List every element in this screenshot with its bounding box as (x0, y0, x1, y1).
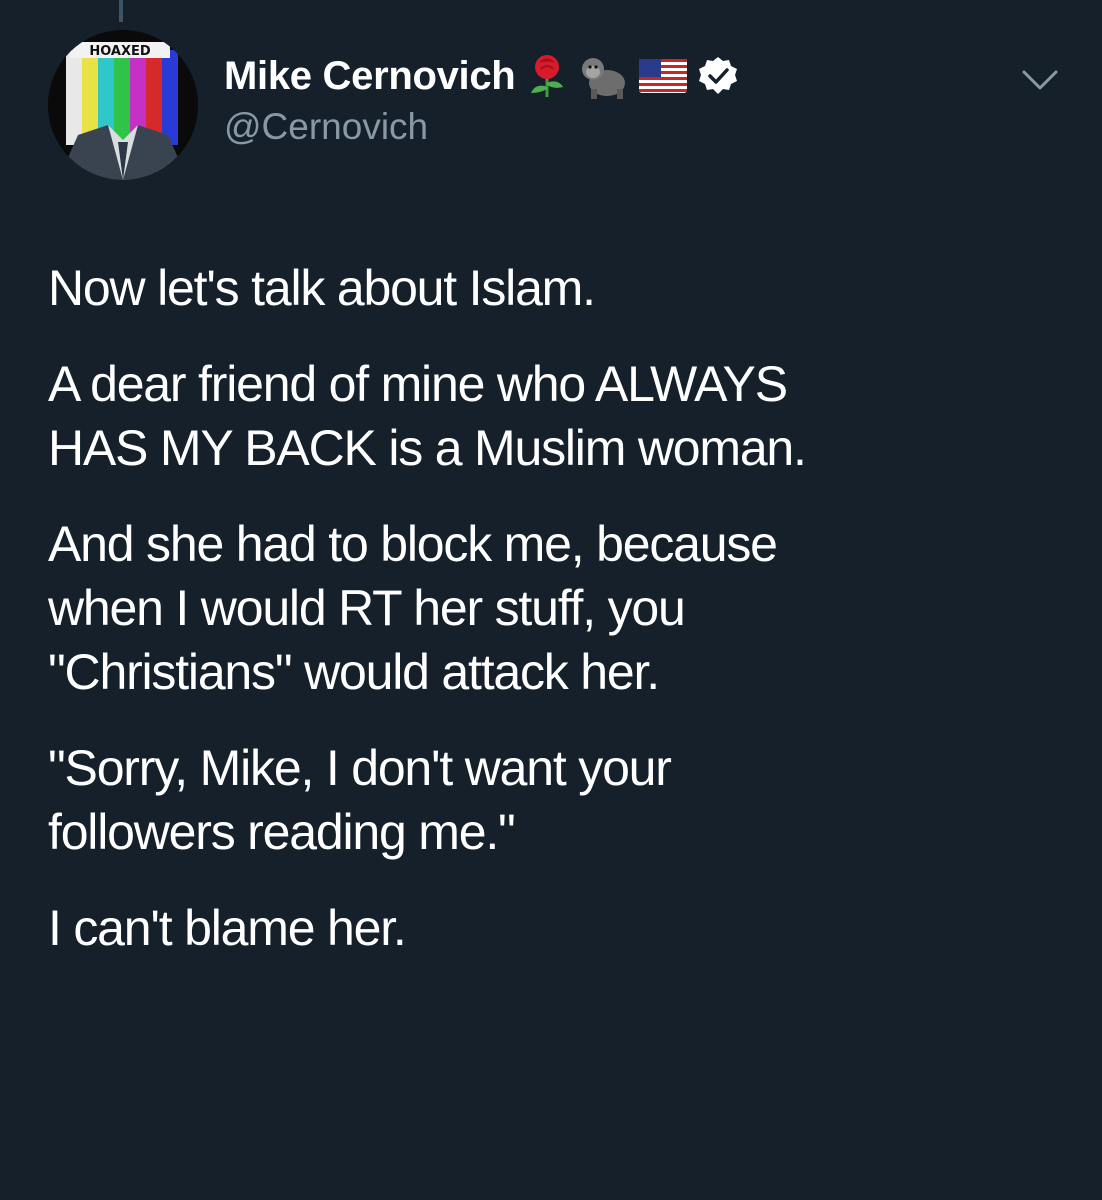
tweet-paragraph: Now let's talk about Islam. (48, 256, 1068, 320)
thread-connector-line (119, 0, 123, 22)
tweet-paragraph: And she had to block me, because when I … (48, 512, 1068, 704)
verified-badge-icon (697, 55, 739, 97)
tweet-paragraph: "Sorry, Mike, I don't want your follower… (48, 736, 1068, 864)
tweet-line: "Christians" would attack her. (48, 644, 660, 700)
tweet-paragraph: A dear friend of mine who ALWAYS HAS MY … (48, 352, 1068, 480)
chevron-down-icon[interactable] (1020, 68, 1060, 97)
tweet-line: "Sorry, Mike, I don't want your (48, 740, 672, 796)
us-flag-icon (639, 59, 688, 93)
tweet-line: HAS MY BACK is a Muslim woman. (48, 420, 807, 476)
avatar-label: HOAXED (89, 44, 151, 59)
tweet-text: Now let's talk about Islam. A dear frien… (48, 256, 1068, 992)
author-name-row: Mike Cernovich (224, 48, 739, 104)
avatar[interactable]: HOAXED (48, 30, 198, 180)
gorilla-icon (579, 53, 629, 99)
tweet-line: I can't blame her. (48, 900, 407, 956)
tweet-paragraph: I can't blame her. (48, 896, 1068, 960)
author-display-name[interactable]: Mike Cernovich (224, 54, 516, 99)
tweet-line: A dear friend of mine who ALWAYS (48, 356, 788, 412)
tweet-line: And she had to block me, because (48, 516, 778, 572)
rose-icon (525, 53, 569, 99)
tweet-line: followers reading me." (48, 804, 516, 860)
tweet-author: Mike Cernovich @Cernovich (224, 48, 739, 148)
tweet-line: Now let's talk about Islam. (48, 260, 596, 316)
avatar-image: HOAXED (48, 30, 198, 180)
author-handle[interactable]: @Cernovich (224, 106, 739, 148)
tweet-line: when I would RT her stuff, you (48, 580, 686, 636)
